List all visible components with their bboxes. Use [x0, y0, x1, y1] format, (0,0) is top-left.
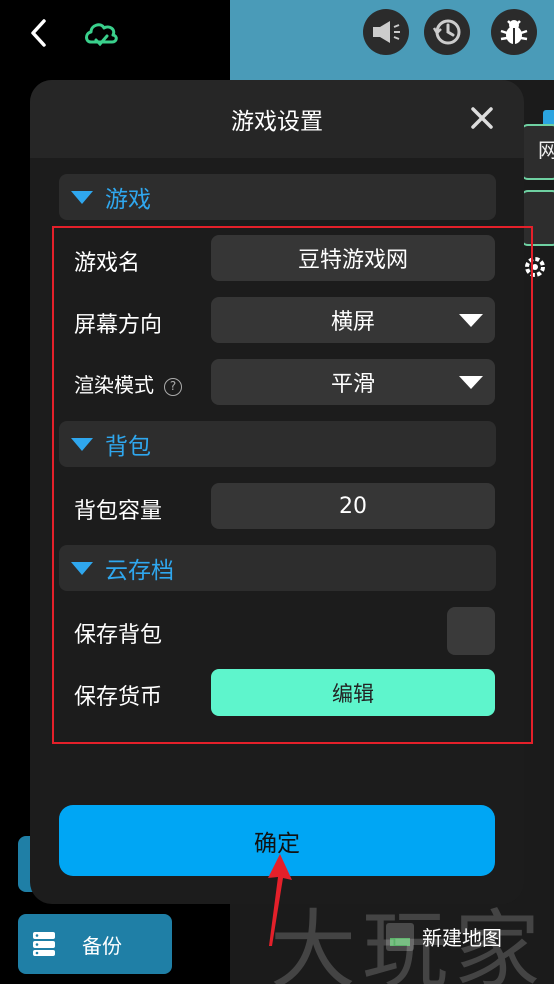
render-mode-row-label: 渲染模式? — [74, 369, 182, 398]
section-game-label: 游戏 — [105, 187, 151, 213]
confirm-button[interactable]: 确定 — [59, 805, 495, 876]
collapse-triangle-icon — [71, 561, 93, 575]
capacity-input[interactable]: 20 — [211, 483, 495, 529]
backup-label: 备份 — [82, 933, 122, 958]
close-button[interactable] — [468, 104, 496, 132]
capacity-label: 背包容量 — [74, 499, 163, 524]
render-mode-label: 渲染模式 — [74, 373, 154, 397]
backup-button[interactable]: 备份 — [18, 914, 172, 974]
history-button[interactable] — [424, 9, 470, 55]
render-mode-value: 平滑 — [330, 372, 375, 397]
history-icon — [432, 19, 461, 45]
back-button[interactable] — [24, 16, 54, 50]
section-cloud-header[interactable]: 云存档 — [59, 545, 496, 591]
gear-icon[interactable] — [522, 254, 548, 280]
announce-button[interactable] — [363, 9, 409, 55]
dropdown-triangle-icon — [459, 376, 483, 389]
game-name-label: 游戏名 — [74, 251, 141, 276]
save-currency-label: 保存货币 — [74, 685, 163, 710]
question-icon[interactable]: ? — [164, 378, 182, 396]
server-icon — [33, 932, 55, 956]
edit-currency-label: 编辑 — [332, 681, 374, 706]
render-mode-select[interactable]: 平滑 — [211, 359, 495, 405]
side-card[interactable] — [520, 190, 554, 246]
new-map-label: 新建地图 — [422, 926, 502, 950]
bug-icon — [500, 20, 528, 44]
collapse-triangle-icon — [71, 437, 93, 451]
dropdown-triangle-icon — [459, 314, 483, 327]
chevron-left-icon — [31, 19, 46, 47]
orientation-label: 屏幕方向 — [74, 313, 163, 338]
save-backpack-checkbox[interactable] — [447, 607, 495, 655]
cloud-button[interactable] — [82, 16, 120, 50]
game-name-value: 豆特游戏网 — [297, 248, 408, 273]
dialog-header: 游戏设置 — [30, 80, 524, 158]
section-backpack-header[interactable]: 背包 — [59, 421, 496, 467]
section-cloud-label: 云存档 — [105, 558, 174, 584]
megaphone-icon — [373, 21, 400, 43]
collapse-triangle-icon — [71, 190, 93, 204]
section-game-header[interactable]: 游戏 — [59, 174, 496, 220]
game-settings-dialog: 游戏设置 游戏 游戏名 豆特游戏网 屏幕方向 横屏 渲染模式? 平滑 背包 背包… — [30, 80, 524, 904]
save-backpack-label: 保存背包 — [74, 623, 163, 648]
edit-currency-button[interactable]: 编辑 — [211, 669, 495, 716]
dialog-title: 游戏设置 — [231, 109, 323, 135]
capacity-value: 20 — [339, 493, 367, 519]
section-backpack-label: 背包 — [105, 434, 151, 460]
debug-button[interactable] — [491, 9, 537, 55]
side-card-label: 网 — [538, 138, 554, 162]
game-name-input[interactable]: 豆特游戏网 — [211, 235, 495, 281]
cloud-icon — [85, 23, 118, 47]
orientation-value: 横屏 — [330, 310, 375, 335]
top-bar — [0, 0, 554, 70]
orientation-select[interactable]: 横屏 — [211, 297, 495, 343]
confirm-label: 确定 — [254, 830, 300, 857]
map-icon — [386, 922, 414, 951]
close-icon — [471, 107, 493, 129]
new-map-button[interactable]: 新建地图 — [386, 922, 502, 951]
